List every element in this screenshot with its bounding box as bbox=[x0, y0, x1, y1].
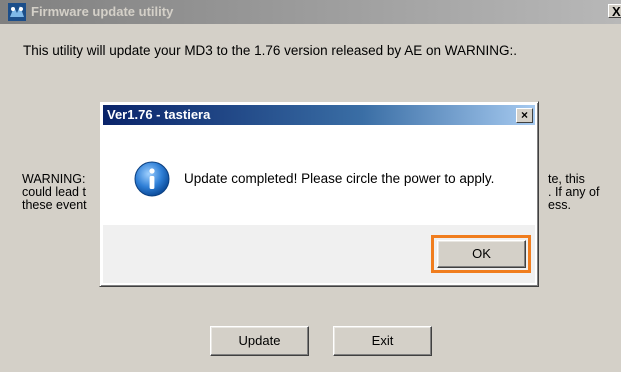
warning-text-right: te, this . If any of ess. bbox=[548, 173, 600, 212]
main-window-title: Firmware update utility bbox=[31, 4, 174, 19]
intro-text: This utility will update your MD3 to the… bbox=[23, 43, 517, 58]
dialog-message: Update completed! Please circle the powe… bbox=[184, 171, 495, 186]
main-titlebar[interactable]: Firmware update utility bbox=[0, 0, 621, 24]
app-update-icon bbox=[8, 3, 26, 21]
dialog-title: Ver1.76 - tastiera bbox=[107, 107, 211, 122]
dialog-body: Update completed! Please circle the powe… bbox=[103, 125, 535, 225]
update-button[interactable]: Update bbox=[210, 326, 309, 356]
dialog-close-button[interactable]: × bbox=[516, 108, 533, 123]
update-complete-dialog: Ver1.76 - tastiera × Update completed! P… bbox=[99, 101, 539, 287]
dialog-titlebar[interactable]: Ver1.76 - tastiera × bbox=[103, 105, 535, 125]
ok-button[interactable]: OK bbox=[437, 240, 526, 268]
exit-button[interactable]: Exit bbox=[333, 326, 432, 356]
info-icon bbox=[134, 161, 170, 197]
dialog-footer: OK bbox=[103, 225, 535, 283]
main-close-button[interactable]: X bbox=[608, 4, 621, 18]
